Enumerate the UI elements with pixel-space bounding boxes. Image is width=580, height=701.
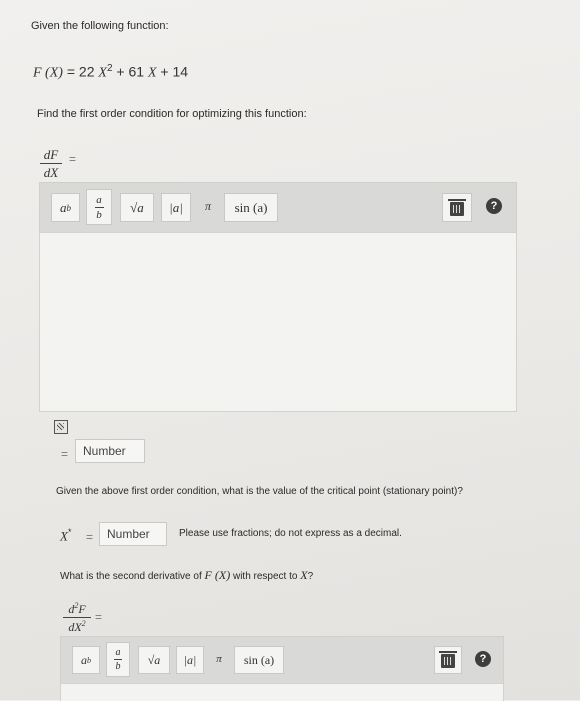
function-coef1: 61	[128, 63, 145, 80]
fraction-bar	[114, 659, 122, 660]
abs-button[interactable]: |a|	[176, 646, 204, 674]
fraction-num: a	[96, 193, 102, 206]
pi-button[interactable]: π	[208, 646, 230, 672]
trash-icon	[439, 651, 457, 668]
sqrt-label: √a	[147, 652, 161, 667]
critical-label: X*	[60, 527, 71, 544]
sin-button[interactable]: sin (a)	[224, 193, 278, 222]
sin-label: sin (a)	[234, 199, 268, 215]
abs-button[interactable]: |a|	[161, 193, 191, 222]
function-expression: F (X) = 22 X2 + 61 X + 14	[33, 63, 188, 82]
clear-button[interactable]	[442, 193, 472, 222]
math-editor-area[interactable]	[39, 232, 517, 412]
answer-preview-icon	[54, 420, 68, 434]
function-plus1: +	[116, 63, 125, 80]
pi-button[interactable]: π	[196, 193, 220, 220]
first-derivative-num: dF	[43, 147, 59, 162]
fraction-bar	[63, 617, 91, 618]
critical-note: Please use fractions; do not express as …	[179, 528, 402, 539]
power-exp: b	[66, 202, 72, 213]
second-prompt-after: ?	[307, 571, 314, 582]
question-intro: Given the following function:	[31, 20, 169, 32]
fraction-den: b	[96, 208, 102, 221]
function-var: X	[98, 65, 107, 81]
foc-answer-input[interactable]: Number	[75, 439, 145, 463]
function-var1: X	[147, 65, 157, 81]
critical-star: *	[67, 527, 72, 537]
second-derivative-prompt: What is the second derivative of F (X) w…	[60, 568, 313, 583]
pi-label: π	[204, 199, 211, 213]
sin-button[interactable]: sin (a)	[234, 646, 284, 674]
second-prompt-var: X	[300, 568, 308, 582]
second-derivative-den: dX2	[68, 619, 86, 634]
clear-button[interactable]	[434, 646, 462, 674]
critical-var: X	[60, 528, 68, 544]
fraction-bar	[40, 163, 62, 164]
foc-answer-equals: =	[61, 447, 69, 461]
sqrt-button[interactable]: √a	[138, 646, 170, 674]
first-derivative-equals: =	[69, 152, 77, 166]
trash-icon	[448, 199, 466, 216]
sin-label: sin (a)	[243, 652, 275, 667]
math-editor-area-2[interactable]	[60, 683, 504, 701]
second-derivative-num: d2F	[68, 601, 86, 616]
first-derivative-den: dX	[43, 165, 59, 180]
first-derivative-fraction: dF dX	[40, 148, 62, 179]
power-button[interactable]: ab	[72, 646, 100, 674]
math-toolbar: ab a b √a |a| π sin (a) ?	[39, 182, 517, 233]
fraction-den: b	[115, 661, 121, 672]
pi-label: π	[216, 653, 222, 665]
help-icon[interactable]: ?	[486, 198, 502, 214]
math-toolbar-2: ab a b √a |a| π sin (a) ?	[60, 636, 504, 684]
second-derivative-equals: =	[95, 610, 103, 624]
help-icon[interactable]: ?	[475, 651, 491, 667]
second-derivative-fraction: d2F dX2	[63, 602, 91, 633]
critical-equals: =	[86, 530, 94, 544]
function-coef2: 22	[78, 63, 95, 80]
foc-prompt: Find the first order condition for optim…	[37, 108, 307, 120]
function-equals: =	[66, 63, 76, 80]
abs-label: |a|	[183, 652, 197, 667]
abs-label: |a|	[169, 199, 183, 215]
critical-prompt: Given the above first order condition, w…	[56, 486, 463, 497]
sqrt-button[interactable]: √a	[120, 193, 154, 222]
sqrt-label: √a	[130, 199, 144, 215]
second-prompt-middle: with respect to	[232, 571, 298, 582]
function-const: 14	[172, 63, 189, 80]
power-button[interactable]: ab	[51, 193, 80, 222]
critical-point-input[interactable]: Number	[99, 522, 167, 546]
fraction-button[interactable]: a b	[106, 642, 130, 677]
function-plus2: +	[160, 63, 169, 80]
function-lhs: F (X)	[33, 65, 63, 81]
fraction-button[interactable]: a b	[86, 189, 112, 225]
fraction-num: a	[115, 647, 121, 658]
help-label: ?	[479, 653, 487, 665]
second-prompt-before: What is the second derivative of	[60, 571, 202, 582]
power-exp: b	[87, 655, 91, 665]
fraction-bar	[94, 206, 104, 208]
help-label: ?	[490, 200, 498, 212]
second-prompt-fx: F (X)	[204, 568, 231, 582]
function-exp: 2	[106, 63, 113, 74]
